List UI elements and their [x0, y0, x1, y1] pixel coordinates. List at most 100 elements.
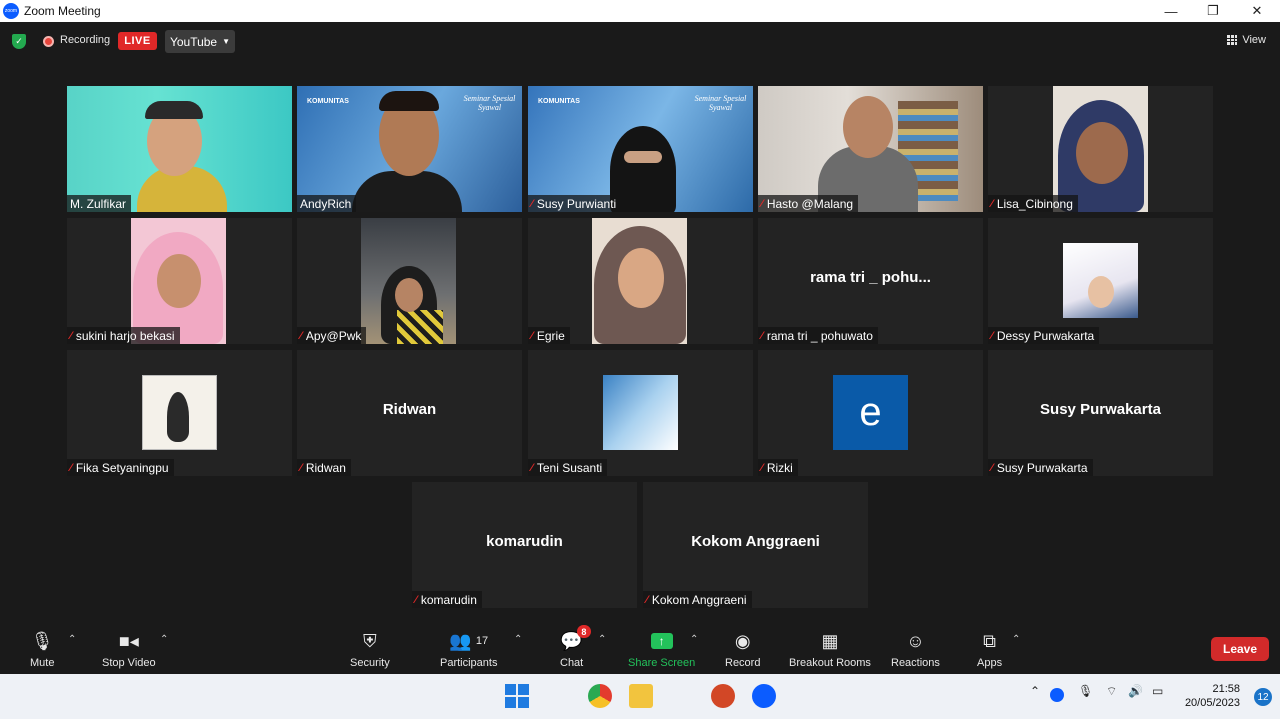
microphone-icon: 🎙 [30, 630, 54, 651]
reactions-button[interactable]: ☺ Reactions [891, 628, 940, 670]
face-shape [157, 254, 201, 308]
microphone-tray-icon[interactable]: 🎙 [1078, 684, 1093, 698]
stop-video-button[interactable]: ■◂ Stop Video [102, 628, 156, 670]
close-button[interactable]: ✕ [1236, 0, 1278, 22]
security-button[interactable]: ⛨ Security [350, 628, 390, 670]
mute-label: Mute [30, 657, 55, 669]
record-icon: ◉ [734, 630, 751, 651]
video-tile-lisa-cibinong[interactable]: ⁄ Lisa_Cibinong [988, 86, 1213, 212]
video-options-caret-icon[interactable]: ⌃ [160, 634, 168, 645]
video-tile-susy-purwakarta[interactable]: Susy Purwakarta ⁄ Susy Purwakarta [988, 350, 1213, 476]
reactions-label: Reactions [891, 657, 940, 669]
muted-mic-icon: ⁄ [531, 329, 533, 342]
video-tile-komarudin[interactable]: komarudin ⁄ komarudin [412, 482, 637, 608]
participant-name-tag: ⁄ Hasto @Malang [758, 195, 859, 212]
video-tile-dessy-purwakarta[interactable]: ⁄ Dessy Purwakarta [988, 218, 1213, 344]
video-tile-rama-tri-pohuwato[interactable]: rama tri _ pohu... ⁄ rama tri _ pohuwato [758, 218, 983, 344]
video-tile-ridwan[interactable]: Ridwan ⁄ Ridwan [297, 350, 522, 476]
participant-name-tag: ⁄ Susy Purwakarta [988, 459, 1093, 476]
record-label: Record [725, 657, 761, 669]
participants-button[interactable]: 👥 17 Participants [440, 628, 498, 670]
wifi-icon[interactable]: ⌔ [1106, 684, 1117, 699]
stream-target-label: YouTube [169, 34, 218, 49]
scarf-pattern [397, 310, 443, 344]
breakout-grid-icon: ▦ [821, 630, 839, 651]
system-clock[interactable]: 21:58 20/05/2023 [1185, 682, 1240, 710]
windows-taskbar: ⌃ 🎙 ⌔ 🔊 ▭ 21:58 20/05/2023 12 [0, 674, 1280, 719]
participant-display-name: Ridwan [382, 400, 437, 418]
file-explorer-icon[interactable] [629, 684, 653, 708]
restore-button[interactable]: ❐ [1192, 0, 1234, 22]
live-badge[interactable]: LIVE [118, 32, 157, 50]
record-button[interactable]: ◉ Record [725, 628, 761, 670]
video-tile-egrie[interactable]: ⁄ Egrie [528, 218, 753, 344]
muted-mic-icon: ⁄ [531, 197, 533, 210]
battery-icon[interactable]: ▭ [1152, 684, 1163, 698]
video-tile-m-zulfikar[interactable]: M. Zulfikar [67, 86, 292, 212]
shield-icon: ⛨ [363, 630, 377, 651]
audio-options-caret-icon[interactable]: ⌃ [68, 634, 76, 645]
zoom-taskbar-icon[interactable] [752, 684, 776, 708]
participant-name-tag: ⁄ Lisa_Cibinong [988, 195, 1078, 212]
video-tile-fika-setyaningpu[interactable]: ⁄ Fika Setyaningpu [67, 350, 292, 476]
participants-label: Participants [440, 657, 498, 669]
participant-name-tag: AndyRich [297, 195, 357, 212]
video-tile-sukini-harjo-bekasi[interactable]: ⁄ sukini harjo bekasi [67, 218, 292, 344]
show-hidden-icons-icon[interactable]: ⌃ [1030, 684, 1040, 698]
muted-mic-icon: ⁄ [761, 329, 763, 342]
video-tile-apy-pwk[interactable]: ⁄ Apy@Pwk [297, 218, 522, 344]
video-tile-rizki[interactable]: e ⁄ Rizki [758, 350, 983, 476]
minimize-button[interactable]: — [1150, 0, 1192, 22]
youtube-stream-dropdown[interactable]: YouTube ▼ [165, 30, 235, 53]
slide-brand: KOMUNITAS [538, 98, 580, 105]
chrome-icon[interactable] [588, 684, 612, 708]
chat-button[interactable]: 💬 8 Chat [560, 625, 591, 669]
muted-mic-icon: ⁄ [761, 197, 763, 210]
participant-display-name: komarudin [486, 532, 563, 550]
participant-name-tag: ⁄ Rizki [758, 459, 798, 476]
avatar: e [833, 375, 908, 450]
encryption-shield-icon[interactable]: ✓ [12, 34, 26, 49]
video-tile-teni-susanti[interactable]: ⁄ Teni Susanti [528, 350, 753, 476]
video-tile-kokom-anggraeni[interactable]: Kokom Anggraeni ⁄ Kokom Anggraeni [643, 482, 868, 608]
grid-view-icon [1227, 35, 1238, 45]
share-screen-button[interactable]: ↑ Share Screen [628, 628, 695, 669]
profile-picture [603, 375, 678, 450]
zoom-tray-icon[interactable] [1050, 688, 1064, 702]
share-caret-icon[interactable]: ⌃ [690, 634, 698, 645]
recording-label[interactable]: Recording [60, 34, 110, 46]
chat-caret-icon[interactable]: ⌃ [598, 634, 606, 645]
meeting-controls-toolbar: 🎙 Mute ⌃ ■◂ Stop Video ⌃ ⛨ Security 👥 17 … [0, 624, 1280, 674]
muted-mic-icon: ⁄ [300, 461, 302, 474]
stop-video-label: Stop Video [102, 657, 156, 669]
participant-name-tag: ⁄ Ridwan [297, 459, 351, 476]
powerpoint-icon[interactable] [711, 684, 735, 708]
participants-count: 17 [475, 635, 489, 647]
muted-mic-icon: ⁄ [991, 329, 993, 342]
share-screen-label: Share Screen [628, 657, 696, 669]
volume-icon[interactable]: 🔊 [1128, 684, 1143, 698]
notification-count-badge[interactable]: 12 [1254, 688, 1272, 706]
view-button[interactable]: View [1227, 34, 1266, 46]
apps-caret-icon[interactable]: ⌃ [1012, 634, 1020, 645]
participants-caret-icon[interactable]: ⌃ [514, 634, 522, 645]
apps-button[interactable]: ⧉ Apps [977, 628, 1002, 670]
video-tile-hasto-malang[interactable]: ⁄ Hasto @Malang [758, 86, 983, 212]
leave-button[interactable]: Leave [1211, 637, 1269, 661]
participant-name-tag: ⁄ Fika Setyaningpu [67, 459, 174, 476]
participants-icon: 👥 17 [449, 630, 489, 651]
participant-name-tag: ⁄ Egrie [528, 327, 570, 344]
participant-name-tag: ⁄ rama tri _ pohuwato [758, 327, 878, 344]
participant-name-tag: ⁄ sukini harjo bekasi [67, 327, 180, 344]
windows-start-icon[interactable] [505, 684, 529, 708]
chat-unread-badge: 8 [576, 625, 591, 638]
video-tile-susy-purwianti[interactable]: KOMUNITAS Seminar Spesial Syawal ⁄ Susy P… [528, 86, 753, 212]
eyes-shape [624, 151, 662, 163]
participant-name-tag: M. Zulfikar [67, 195, 132, 212]
video-tile-andyrich[interactable]: KOMUNITAS Seminar Spesial Syawal AndyRic… [297, 86, 522, 212]
participant-display-name: Kokom Anggraeni [691, 532, 820, 550]
breakout-rooms-button[interactable]: ▦ Breakout Rooms [789, 628, 871, 670]
mute-button[interactable]: 🎙 Mute [30, 628, 55, 670]
slide-brand: KOMUNITAS [307, 98, 349, 105]
chat-bubble-icon: 💬 8 [560, 625, 591, 654]
